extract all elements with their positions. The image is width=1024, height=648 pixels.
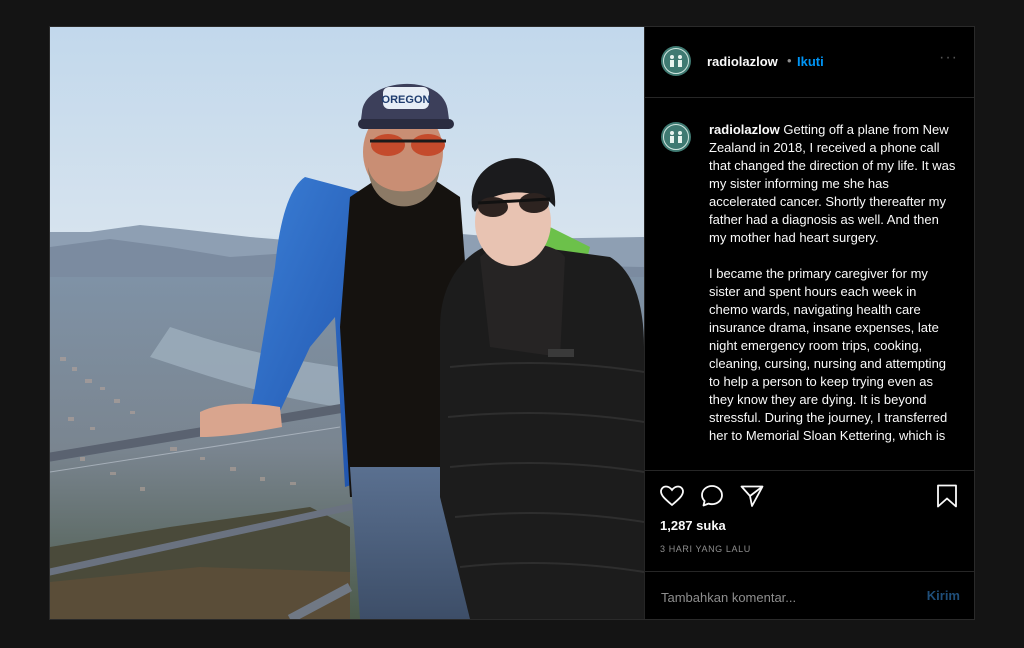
share-icon[interactable]	[739, 483, 765, 509]
caption-text: radiolazlow Getting off a plane from New…	[709, 121, 959, 445]
separator-dot: •	[787, 53, 792, 68]
comment-input[interactable]	[659, 585, 903, 609]
avatar-figures-icon	[670, 131, 682, 143]
photo-image: OREGON	[50, 27, 644, 619]
follow-button[interactable]: Ikuti	[797, 54, 824, 69]
caption-avatar[interactable]	[661, 122, 691, 152]
avatar[interactable]	[661, 46, 691, 76]
more-options-icon[interactable]: ···	[939, 49, 958, 67]
comment-icon[interactable]	[699, 483, 725, 509]
post-card: OREGON radiolazlow • Ikuti ··· radiolazl…	[49, 26, 975, 620]
caption-area: radiolazlow Getting off a plane from New…	[645, 98, 974, 470]
avatar-figures-icon	[670, 55, 682, 67]
post-photo[interactable]: OREGON	[50, 27, 644, 619]
header-username[interactable]: radiolazlow	[707, 54, 778, 69]
cap-logo-text: OREGON	[382, 94, 431, 106]
post-comment-button[interactable]: Kirim	[927, 588, 960, 603]
likes-count[interactable]: 1,287 suka	[660, 518, 726, 533]
heart-icon[interactable]	[659, 483, 685, 509]
caption-body: Getting off a plane from New Zealand in …	[709, 122, 956, 443]
post-timestamp: 3 HARI YANG LALU	[660, 544, 751, 554]
post-panel: radiolazlow • Ikuti ··· radiolazlow Gett…	[644, 27, 974, 619]
post-header: radiolazlow • Ikuti ···	[645, 27, 974, 98]
actions-section: 1,287 suka 3 HARI YANG LALU Kirim	[645, 470, 974, 621]
comment-bar: Kirim	[645, 571, 974, 622]
caption-username[interactable]: radiolazlow	[709, 122, 780, 137]
bookmark-icon[interactable]	[934, 483, 960, 509]
